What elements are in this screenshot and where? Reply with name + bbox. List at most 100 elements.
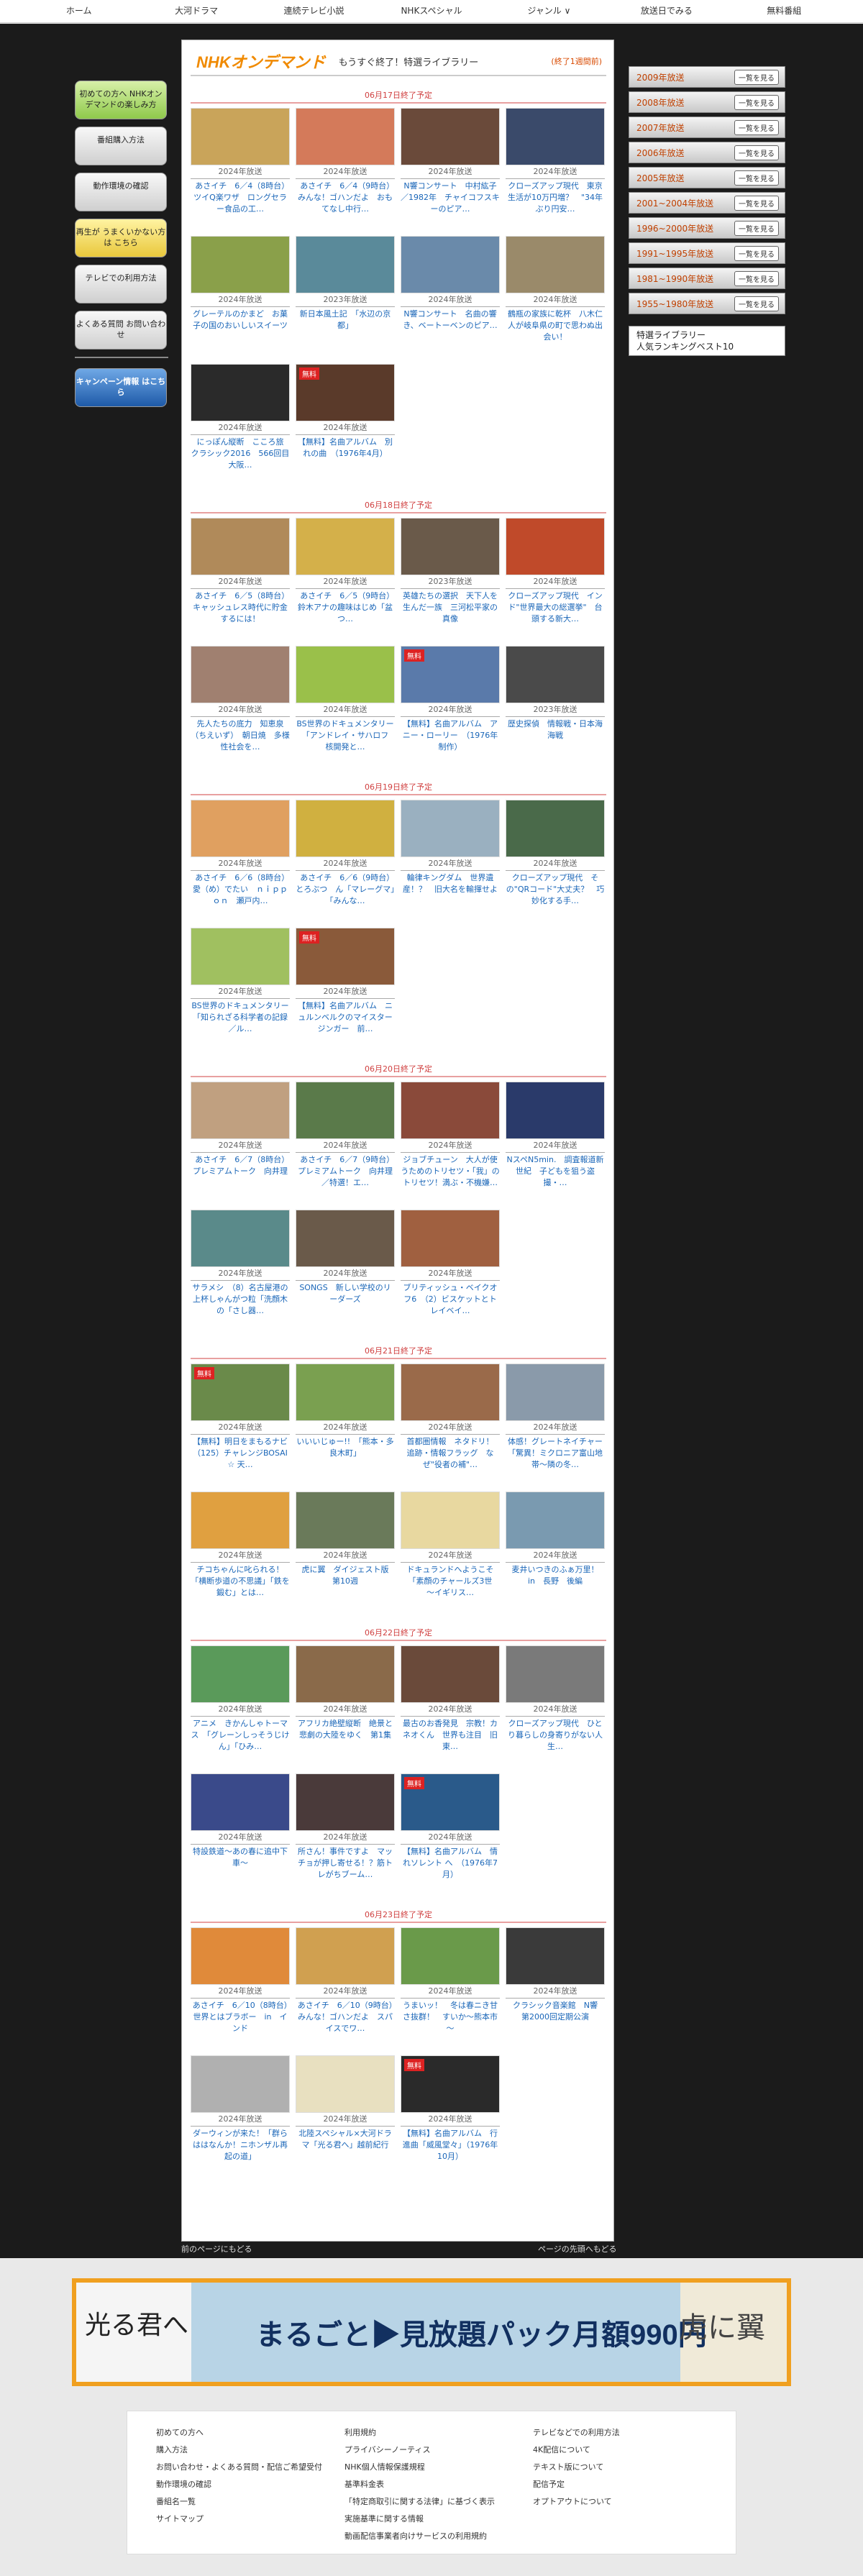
year-row[interactable]: 2007年放送 一覧を見る: [629, 117, 785, 138]
footer-link[interactable]: 初めての方へ: [156, 2424, 337, 2442]
program-tile[interactable]: 2024年放送 所さん！事件ですよ マッチョが押し寄せる！？筋トレがちブーム…: [296, 1773, 395, 1879]
end-week-link[interactable]: (終了1週間前): [551, 55, 602, 67]
program-tile[interactable]: 2024年放送 あさイチ 6／4（8時台） ツイQ楽ワザ ロングセラー食品の工…: [191, 108, 290, 214]
program-thumbnail[interactable]: [191, 1210, 290, 1267]
program-title[interactable]: 首都圏情報 ネタドリ！ 追跡・情報フラッグ なぜ"役者の補"…: [401, 1435, 501, 1469]
program-title[interactable]: 歴史探偵 情報戦・日本海海戦: [506, 717, 605, 752]
year-label[interactable]: 2006年放送: [636, 147, 734, 159]
nhk-ondemand-logo[interactable]: NHKオンデマンド: [196, 50, 326, 73]
program-title[interactable]: 鶴瓶の家族に乾杯 八木仁人が岐阜県の町で思わぬ出会い！: [506, 307, 605, 342]
program-thumbnail[interactable]: [191, 1645, 290, 1703]
view-list-button[interactable]: 一覧を見る: [734, 245, 779, 261]
program-title[interactable]: 【無料】明日をまもるナビ（125）チャレンジBOSAI ☆ 天…: [191, 1435, 290, 1469]
program-title[interactable]: 麦井いつきのふぁ万里！ in 長野 後編: [506, 1563, 606, 1597]
footer-link[interactable]: 動画配信事業者向けサービスの利用規約: [344, 2528, 526, 2545]
year-label[interactable]: 1955~1980年放送: [636, 298, 734, 310]
program-title[interactable]: 輪律キングダム 世界遺産！？ 旧大名を輸揮せよ: [401, 871, 500, 905]
program-title[interactable]: 【無料】名曲アルバム 別れの曲 （1976年4月）: [296, 435, 395, 470]
sidebar-button[interactable]: 再生が うまくいかない方は こちら: [75, 219, 167, 257]
program-tile[interactable]: 2024年放送 クローズアップ現代 東京生活が10万円増？ "34年ぶり円安…: [506, 108, 605, 214]
program-thumbnail[interactable]: [296, 108, 395, 165]
sidebar-button[interactable]: 番組購入方法: [75, 127, 167, 165]
program-tile[interactable]: 2024年放送 N響コンサート 中村紘子／1982年 チャイコフスキーのピア…: [401, 108, 500, 214]
program-thumbnail[interactable]: [191, 108, 290, 165]
footer-link[interactable]: 4K配信について: [533, 2442, 714, 2459]
program-title[interactable]: 最古のお香発見 宗教！カネオくん 世界も注目 旧東…: [401, 1717, 500, 1751]
footer-link[interactable]: 動作環境の確認: [156, 2476, 337, 2493]
year-row[interactable]: 1981~1990年放送 一覧を見る: [629, 268, 785, 289]
program-tile[interactable]: 無料 2024年放送 【無料】名曲アルバム 別れの曲 （1976年4月）: [296, 364, 395, 470]
topnav-item[interactable]: NHKスペシャル: [373, 0, 490, 22]
program-title[interactable]: あさイチ 6／5（9時台） 鈴木アナの趣味はじめ「盆つ…: [296, 589, 395, 624]
program-tile[interactable]: 2024年放送 BS世界のドキュメンタリー 「アンドレイ・サハロフ 核開発と…: [296, 646, 395, 752]
footer-link[interactable]: テキスト版について: [533, 2459, 714, 2476]
program-thumbnail[interactable]: [506, 1492, 605, 1549]
view-list-button[interactable]: 一覧を見る: [734, 270, 779, 286]
footer-link[interactable]: 配信予定: [533, 2476, 714, 2493]
sidebar-button[interactable]: 動作環境の確認: [75, 173, 167, 211]
program-tile[interactable]: 2024年放送 あさイチ 6／10（9時台） みんな！ゴハンだよ スパイスでワ…: [296, 1927, 395, 2033]
year-label[interactable]: 2001~2004年放送: [636, 197, 734, 209]
program-title[interactable]: あさイチ 6／6（9時台） とろぶつ ん「マレーグマ」「みんな…: [296, 871, 395, 905]
footer-link[interactable]: 番組名一覧: [156, 2493, 337, 2511]
topnav-item[interactable]: ジャンル ∨: [490, 0, 608, 22]
program-title[interactable]: あさイチ 6／7（9時台） プレミアムトーク 向井理／特選！エ…: [296, 1153, 395, 1187]
year-label[interactable]: 2005年放送: [636, 172, 734, 184]
year-row[interactable]: 1996~2000年放送 一覧を見る: [629, 217, 785, 239]
program-thumbnail[interactable]: [401, 236, 500, 293]
program-thumbnail[interactable]: [506, 1927, 605, 1985]
program-thumbnail[interactable]: [296, 800, 395, 857]
program-title[interactable]: 所さん！事件ですよ マッチョが押し寄せる！？筋トレがちブーム…: [296, 1845, 395, 1879]
program-title[interactable]: グレーテルのかまど お菓子の国のおいしいスイーツ: [191, 307, 290, 342]
view-list-button[interactable]: 一覧を見る: [734, 145, 779, 160]
program-tile[interactable]: 2024年放送 クローズアップ現代 その"QRコード"大丈夫？ 巧妙化する手…: [506, 800, 605, 905]
year-label[interactable]: 2009年放送: [636, 71, 734, 83]
program-title[interactable]: ダーウィンが来た！「群らははなんか！ニホンザル再起の道」: [191, 2127, 290, 2161]
program-tile[interactable]: 2024年放送 ジョブチューン 大人が使うためのトリセツ・「我」のトリセツ！満ぶ・…: [401, 1082, 500, 1187]
program-tile[interactable]: 2024年放送 あさイチ 6／6（8時台） 愛（め）でたい ｎｉｐｐｏｎ 瀬戸内…: [191, 800, 290, 905]
program-title[interactable]: 【無料】名曲アルバム ニュルンベルクのマイスタージンガー 前…: [296, 999, 395, 1033]
program-title[interactable]: あさイチ 6／10（8時台） 世界とはブラボー in インド: [191, 1999, 290, 2033]
topnav-item[interactable]: 放送日でみる: [608, 0, 725, 22]
program-title[interactable]: クラシック音楽館 N響 第2000回定期公演: [506, 1999, 605, 2033]
program-title[interactable]: 体感！グレートネイチャー 「驚異！ミクロニア富山地帯～隣の冬…: [506, 1435, 605, 1469]
sidebar-button[interactable]: 初めての方へ NHKオンデマンドの楽しみ方: [75, 81, 167, 119]
footer-link[interactable]: 実施基準に関する情報: [344, 2511, 526, 2528]
program-title[interactable]: ドキュランドへようこそ 「素顔のチャールズ3世 ～イギリス…: [401, 1563, 501, 1597]
program-thumbnail[interactable]: 無料: [401, 646, 500, 703]
program-tile[interactable]: 2024年放送 あさイチ 6／7（8時台） プレミアムトーク 向井理: [191, 1082, 290, 1187]
program-thumbnail[interactable]: [506, 1082, 605, 1139]
program-tile[interactable]: 2024年放送 首都圏情報 ネタドリ！ 追跡・情報フラッグ なぜ"役者の補"…: [401, 1364, 500, 1469]
program-tile[interactable]: 2024年放送 クラシック音楽館 N響 第2000回定期公演: [506, 1927, 605, 2033]
program-thumbnail[interactable]: [506, 108, 605, 165]
program-thumbnail[interactable]: [296, 1364, 395, 1421]
program-title[interactable]: にっぽん縦断 こころ旅 クラシック2016 566回目 大阪…: [191, 435, 290, 470]
program-title[interactable]: うまいッ！ 冬は春ニき甘さ抜群！ すいか～熊本市～: [401, 1999, 500, 2033]
program-tile[interactable]: 2023年放送 英雄たちの選択 天下人を生んだ一族 三河松平家の真像: [401, 518, 500, 624]
program-tile[interactable]: 2024年放送 あさイチ 6／7（9時台） プレミアムトーク 向井理／特選！エ…: [296, 1082, 395, 1187]
program-title[interactable]: 【無料】名曲アルバム アニー・ローリー （1976年制作）: [401, 717, 500, 752]
topnav-item[interactable]: 無料番組: [726, 0, 843, 22]
program-tile[interactable]: 2024年放送 ブリティッシュ・ベイクオフ6 （2）ビスケットとトレイベイ…: [401, 1210, 500, 1315]
program-tile[interactable]: 無料 2024年放送 【無料】名曲アルバム 情れソレント へ （1976年7月）: [401, 1773, 500, 1879]
program-thumbnail[interactable]: [296, 2055, 395, 2113]
program-thumbnail[interactable]: [401, 1645, 500, 1703]
footer-link[interactable]: 購入方法: [156, 2442, 337, 2459]
program-title[interactable]: あさイチ 6／4（9時台） みんな！ゴハンだよ おもてなし中行…: [296, 179, 395, 214]
program-title[interactable]: クローズアップ現代 ひとり暮らしの身寄りがない人生…: [506, 1717, 605, 1751]
footer-link[interactable]: プライバシーノーティス: [344, 2442, 526, 2459]
program-title[interactable]: 特設鉄道～あの春に追中下車～: [191, 1845, 290, 1879]
program-thumbnail[interactable]: [401, 1927, 500, 1985]
program-tile[interactable]: 2024年放送 あさイチ 6／5（9時台） 鈴木アナの趣味はじめ「盆つ…: [296, 518, 395, 624]
view-list-button[interactable]: 一覧を見る: [734, 170, 779, 186]
program-tile[interactable]: 2024年放送 特設鉄道～あの春に追中下車～: [191, 1773, 290, 1879]
program-thumbnail[interactable]: [296, 1773, 395, 1831]
program-tile[interactable]: 2024年放送 クローズアップ現代 ひとり暮らしの身寄りがない人生…: [506, 1645, 605, 1751]
program-thumbnail[interactable]: 無料: [296, 928, 395, 985]
program-tile[interactable]: 2024年放送 BS世界のドキュメンタリー 「知られざる科学者の記録 ／ル…: [191, 928, 290, 1033]
program-title[interactable]: あさイチ 6／7（8時台） プレミアムトーク 向井理: [191, 1153, 290, 1187]
topnav-item[interactable]: ホーム: [20, 0, 137, 22]
program-title[interactable]: いいいじゅー!! 「熊本・多良木町」: [296, 1435, 395, 1469]
program-tile[interactable]: 2024年放送 アフリカ絶壁縦断 絶景と悲劇の大陸をゆく 第1集: [296, 1645, 395, 1751]
program-tile[interactable]: 2024年放送 虎に翼 ダイジェスト版 第10週: [296, 1492, 395, 1597]
